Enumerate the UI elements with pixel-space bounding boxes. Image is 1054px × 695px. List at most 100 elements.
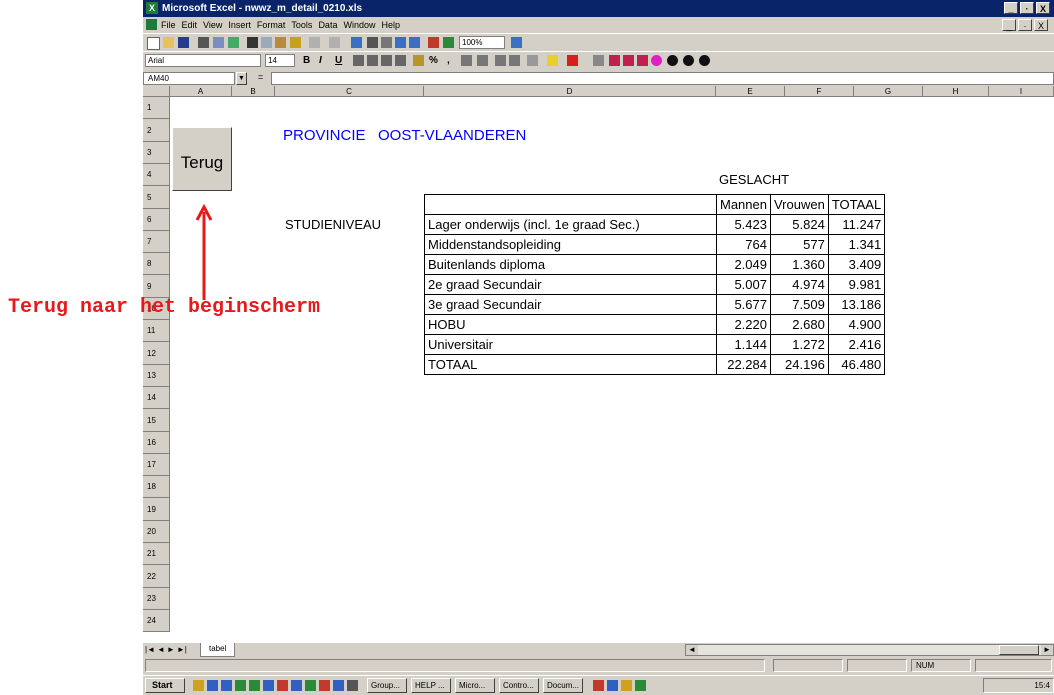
increase-decimal-icon[interactable] [461, 55, 472, 66]
horizontal-scrollbar[interactable]: ◄ ► [685, 644, 1054, 656]
redo-icon[interactable] [329, 37, 340, 48]
align-right-icon[interactable] [381, 55, 392, 66]
custom-icon-2[interactable] [609, 55, 620, 66]
tray-icon-1[interactable] [593, 680, 604, 691]
last-sheet-button[interactable]: ►| [177, 645, 187, 654]
custom-icon-1[interactable] [593, 55, 604, 66]
task-button-4[interactable]: Contro... [499, 678, 539, 693]
row-header-22[interactable]: 22 [143, 565, 170, 588]
circle-black-icon-3[interactable] [699, 55, 710, 66]
column-header-c[interactable]: C [275, 86, 424, 97]
quicklaunch-icon-8[interactable] [291, 680, 302, 691]
row-header-14[interactable]: 14 [143, 387, 170, 409]
quicklaunch-icon-9[interactable] [305, 680, 316, 691]
terug-button[interactable]: Terug [172, 127, 232, 191]
column-header-h[interactable]: H [923, 86, 989, 97]
tray-icon-3[interactable] [621, 680, 632, 691]
row-header-7[interactable]: 7 [143, 231, 170, 253]
workbook-minimize-button[interactable]: _ [1002, 19, 1016, 31]
column-header-b[interactable]: B [232, 86, 275, 97]
hyperlink-icon[interactable] [351, 37, 362, 48]
menu-view[interactable]: View [203, 17, 222, 33]
row-header-23[interactable]: 23 [143, 588, 170, 610]
worksheet-grid[interactable]: A B C D E F G H I 1 2 3 4 5 6 7 8 9 10 11 12 13 14 15 1… [143, 86, 1054, 643]
system-clock[interactable]: 15:4 [983, 678, 1054, 693]
save-icon[interactable] [178, 37, 189, 48]
print-icon[interactable] [198, 37, 209, 48]
row-header-12[interactable]: 12 [143, 342, 170, 365]
custom-icon-3[interactable] [623, 55, 634, 66]
task-button-1[interactable]: Group... [367, 678, 407, 693]
row-header-13[interactable]: 13 [143, 365, 170, 387]
copy-icon[interactable] [261, 37, 272, 48]
zoom-select[interactable]: 100% [459, 36, 505, 49]
chart-wizard-icon[interactable] [428, 37, 439, 48]
menu-tools[interactable]: Tools [291, 17, 312, 33]
circle-black-icon-1[interactable] [667, 55, 678, 66]
row-header-15[interactable]: 15 [143, 409, 170, 432]
comma-button[interactable]: , [447, 54, 450, 67]
quicklaunch-icon-12[interactable] [347, 680, 358, 691]
menu-data[interactable]: Data [318, 17, 337, 33]
first-sheet-button[interactable]: |◄ [145, 645, 155, 654]
row-header-6[interactable]: 6 [143, 209, 170, 231]
minimize-button[interactable]: _ [1004, 2, 1018, 14]
menu-insert[interactable]: Insert [228, 17, 251, 33]
row-header-21[interactable]: 21 [143, 543, 170, 565]
new-icon[interactable] [147, 37, 160, 50]
row-header-9[interactable]: 9 [143, 275, 170, 298]
currency-icon[interactable] [413, 55, 424, 66]
function-icon[interactable] [381, 37, 392, 48]
row-header-5[interactable]: 5 [143, 186, 170, 209]
cut-icon[interactable] [247, 37, 258, 48]
scroll-right-icon[interactable]: ► [1041, 645, 1053, 655]
custom-icon-4[interactable] [637, 55, 648, 66]
fill-color-icon[interactable] [547, 55, 558, 66]
align-left-icon[interactable] [353, 55, 364, 66]
circle-black-icon-2[interactable] [683, 55, 694, 66]
quicklaunch-icon-6[interactable] [263, 680, 274, 691]
menu-edit[interactable]: Edit [182, 17, 198, 33]
row-header-17[interactable]: 17 [143, 454, 170, 476]
decrease-decimal-icon[interactable] [477, 55, 488, 66]
equals-button[interactable]: = [255, 72, 266, 85]
borders-icon[interactable] [527, 55, 538, 66]
column-header-i[interactable]: I [989, 86, 1054, 97]
decrease-indent-icon[interactable] [495, 55, 506, 66]
autosum-icon[interactable] [367, 37, 378, 48]
circle-magenta-icon[interactable] [651, 55, 662, 66]
column-header-e[interactable]: E [716, 86, 785, 97]
workbook-close-button[interactable]: X [1034, 19, 1048, 31]
row-header-18[interactable]: 18 [143, 476, 170, 498]
sheet-tab-tabel[interactable]: tabel [200, 643, 236, 657]
undo-icon[interactable] [309, 37, 320, 48]
row-header-4[interactable]: 4 [143, 164, 170, 186]
workbook-icon[interactable] [146, 19, 157, 30]
name-box[interactable]: AM40 [143, 72, 235, 85]
column-header-f[interactable]: F [785, 86, 854, 97]
quicklaunch-icon-4[interactable] [235, 680, 246, 691]
task-button-5[interactable]: Docum... [543, 678, 583, 693]
tray-icon-2[interactable] [607, 680, 618, 691]
row-header-24[interactable]: 24 [143, 610, 170, 632]
formula-input[interactable] [271, 72, 1054, 85]
select-all-corner[interactable] [143, 86, 170, 97]
task-button-3[interactable]: Micro... [455, 678, 495, 693]
row-header-11[interactable]: 11 [143, 320, 170, 342]
quicklaunch-icon-7[interactable] [277, 680, 288, 691]
quicklaunch-icon-5[interactable] [249, 680, 260, 691]
scroll-thumb[interactable] [999, 645, 1039, 655]
row-header-8[interactable]: 8 [143, 253, 170, 275]
column-header-g[interactable]: G [854, 86, 923, 97]
excel-app-icon[interactable]: X [146, 2, 158, 14]
menu-file[interactable]: File [161, 17, 176, 33]
font-size-select[interactable]: 14 [265, 54, 295, 67]
column-header-a[interactable]: A [170, 86, 232, 97]
help-icon[interactable] [511, 37, 522, 48]
print-preview-icon[interactable] [213, 37, 224, 48]
align-center-icon[interactable] [367, 55, 378, 66]
restore-button[interactable]: · [1020, 2, 1034, 14]
increase-indent-icon[interactable] [509, 55, 520, 66]
workbook-restore-button[interactable]: · [1018, 19, 1032, 31]
row-header-20[interactable]: 20 [143, 521, 170, 543]
